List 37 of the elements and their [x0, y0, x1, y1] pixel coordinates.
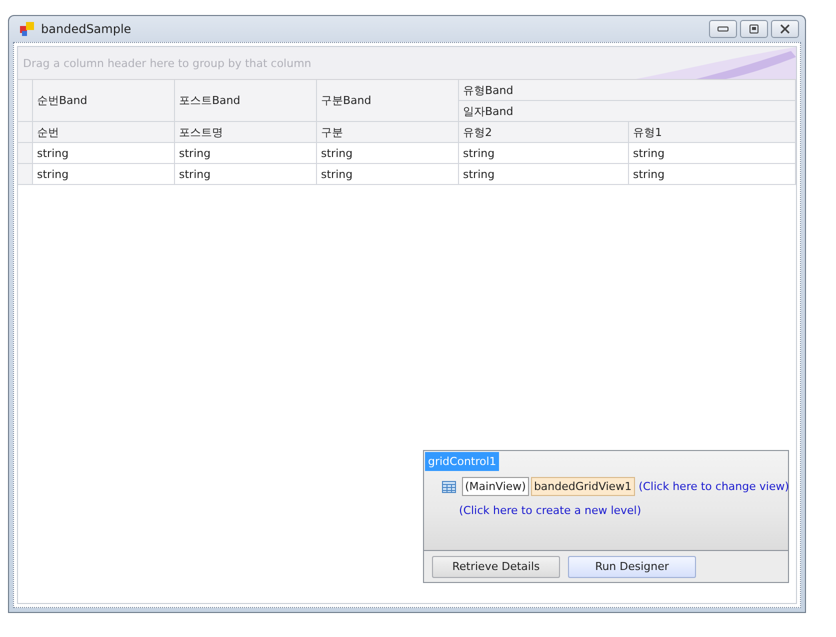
change-view-link[interactable]: (Click here to change view): [638, 480, 790, 493]
band-header[interactable]: 일자Band: [459, 101, 796, 122]
table-cell: string: [33, 143, 175, 164]
table-cell: string: [459, 164, 629, 185]
form-icon: [19, 21, 35, 37]
column-header[interactable]: 순번: [33, 122, 175, 143]
band-header[interactable]: 구분Band: [317, 80, 459, 122]
table-cell: string: [317, 164, 459, 185]
table-cell: string: [317, 143, 459, 164]
band-header[interactable]: 유형Band: [459, 80, 796, 101]
minimize-icon: [717, 25, 729, 33]
column-header[interactable]: 포스트명: [175, 122, 317, 143]
band-header[interactable]: 순번Band: [33, 80, 175, 122]
maximize-button[interactable]: [740, 20, 768, 38]
column-header[interactable]: 유형2: [459, 122, 629, 143]
new-level-link[interactable]: (Click here to create a new level): [459, 504, 642, 517]
grid-icon: [442, 480, 456, 492]
window-title: bandedSample: [41, 22, 132, 36]
close-icon: [779, 24, 791, 34]
table-cell: string: [629, 143, 796, 164]
maximize-icon: [748, 24, 760, 34]
view-name-label[interactable]: bandedGridView1: [530, 477, 635, 496]
table-cell: string: [175, 143, 317, 164]
column-header[interactable]: 유형1: [629, 122, 796, 143]
table-cell: string: [175, 164, 317, 185]
table-cell: string: [459, 143, 629, 164]
designer-button[interactable]: Run Designer: [568, 556, 696, 578]
table-cell: string: [33, 164, 175, 185]
close-button[interactable]: [771, 20, 799, 38]
level-label: (MainView): [462, 477, 529, 496]
designer-button[interactable]: Retrieve Details: [432, 556, 560, 578]
minimize-button[interactable]: [709, 20, 737, 38]
control-name-label: gridControl1: [425, 452, 500, 471]
group-panel-hint: Drag a column header here to group by that column: [22, 56, 312, 70]
column-header[interactable]: 구분: [317, 122, 459, 143]
table-cell: string: [629, 164, 796, 185]
band-header[interactable]: 포스트Band: [175, 80, 317, 122]
